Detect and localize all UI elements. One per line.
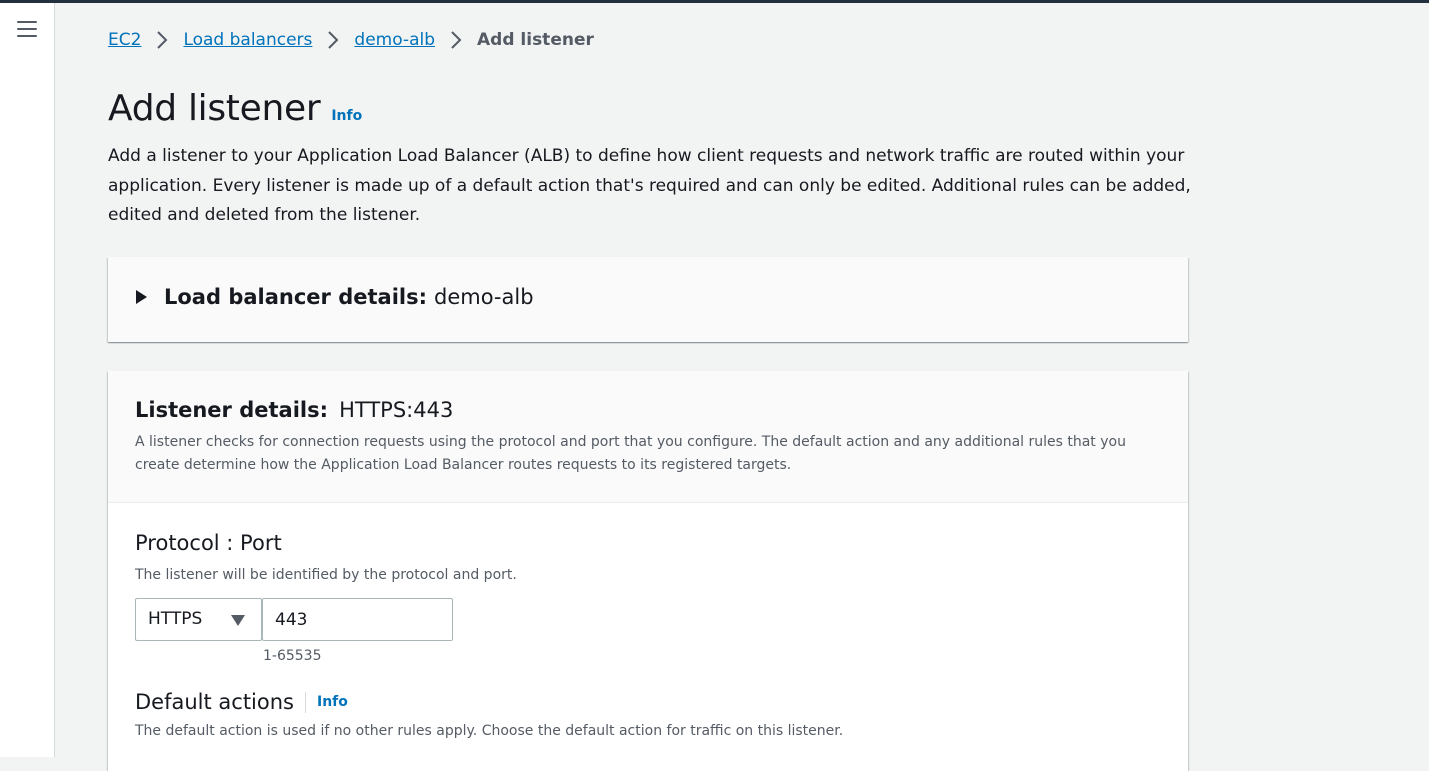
listener-details-label: Listener details: xyxy=(135,398,328,422)
port-range-hint: 1-65535 xyxy=(263,648,322,664)
protocol-select[interactable]: HTTPS xyxy=(135,598,262,641)
protocol-select-value: HTTPS xyxy=(148,609,203,629)
listener-details-description: A listener checks for connection request… xyxy=(135,434,1126,473)
listener-details-header: Listener details: HTTPS:443 A listener c… xyxy=(108,371,1188,503)
port-input[interactable] xyxy=(262,598,453,641)
page-description: Add a listener to your Application Load … xyxy=(108,146,1191,225)
protocol-port-title: Protocol : Port xyxy=(135,531,282,555)
chevron-right-icon xyxy=(451,31,462,49)
breadcrumb-current: Add listener xyxy=(477,30,594,50)
caret-right-icon xyxy=(136,290,147,304)
page-title: Add listener xyxy=(108,88,321,129)
load-balancer-details-panel: Load balancer details: demo-alb xyxy=(108,257,1188,342)
default-actions-info-link[interactable]: Info xyxy=(317,694,348,710)
breadcrumb-load-balancers-link[interactable]: Load balancers xyxy=(183,30,312,50)
load-balancer-name: demo-alb xyxy=(433,285,534,309)
listener-protocol-port-value: HTTPS:443 xyxy=(339,398,454,422)
protocol-port-description: The listener will be identified by the p… xyxy=(135,567,517,583)
chevron-right-icon xyxy=(328,31,339,49)
default-actions-title: Default actions xyxy=(135,690,294,714)
page-info-link[interactable]: Info xyxy=(331,108,362,124)
default-actions-header: Default actions Info xyxy=(135,690,348,714)
listener-details-panel: Listener details: HTTPS:443 A listener c… xyxy=(108,371,1188,771)
breadcrumb-demo-alb-link[interactable]: demo-alb xyxy=(354,30,435,50)
breadcrumb-ec2-link[interactable]: EC2 xyxy=(108,30,141,50)
menu-icon[interactable] xyxy=(17,21,37,39)
page-header: Add listener Info xyxy=(108,88,362,129)
breadcrumb: EC2 Load balancers demo-alb Add listener xyxy=(108,30,594,50)
default-actions-description: The default action is used if no other r… xyxy=(135,723,844,739)
divider xyxy=(305,691,306,713)
load-balancer-details-label: Load balancer details: xyxy=(164,285,427,309)
load-balancer-details-toggle[interactable]: Load balancer details: demo-alb xyxy=(136,285,534,309)
side-navigation-rail xyxy=(0,3,55,757)
listener-details-title: Listener details: HTTPS:443 xyxy=(135,398,453,422)
caret-down-icon xyxy=(231,615,245,626)
chevron-right-icon xyxy=(157,31,168,49)
top-bar xyxy=(0,0,1429,3)
